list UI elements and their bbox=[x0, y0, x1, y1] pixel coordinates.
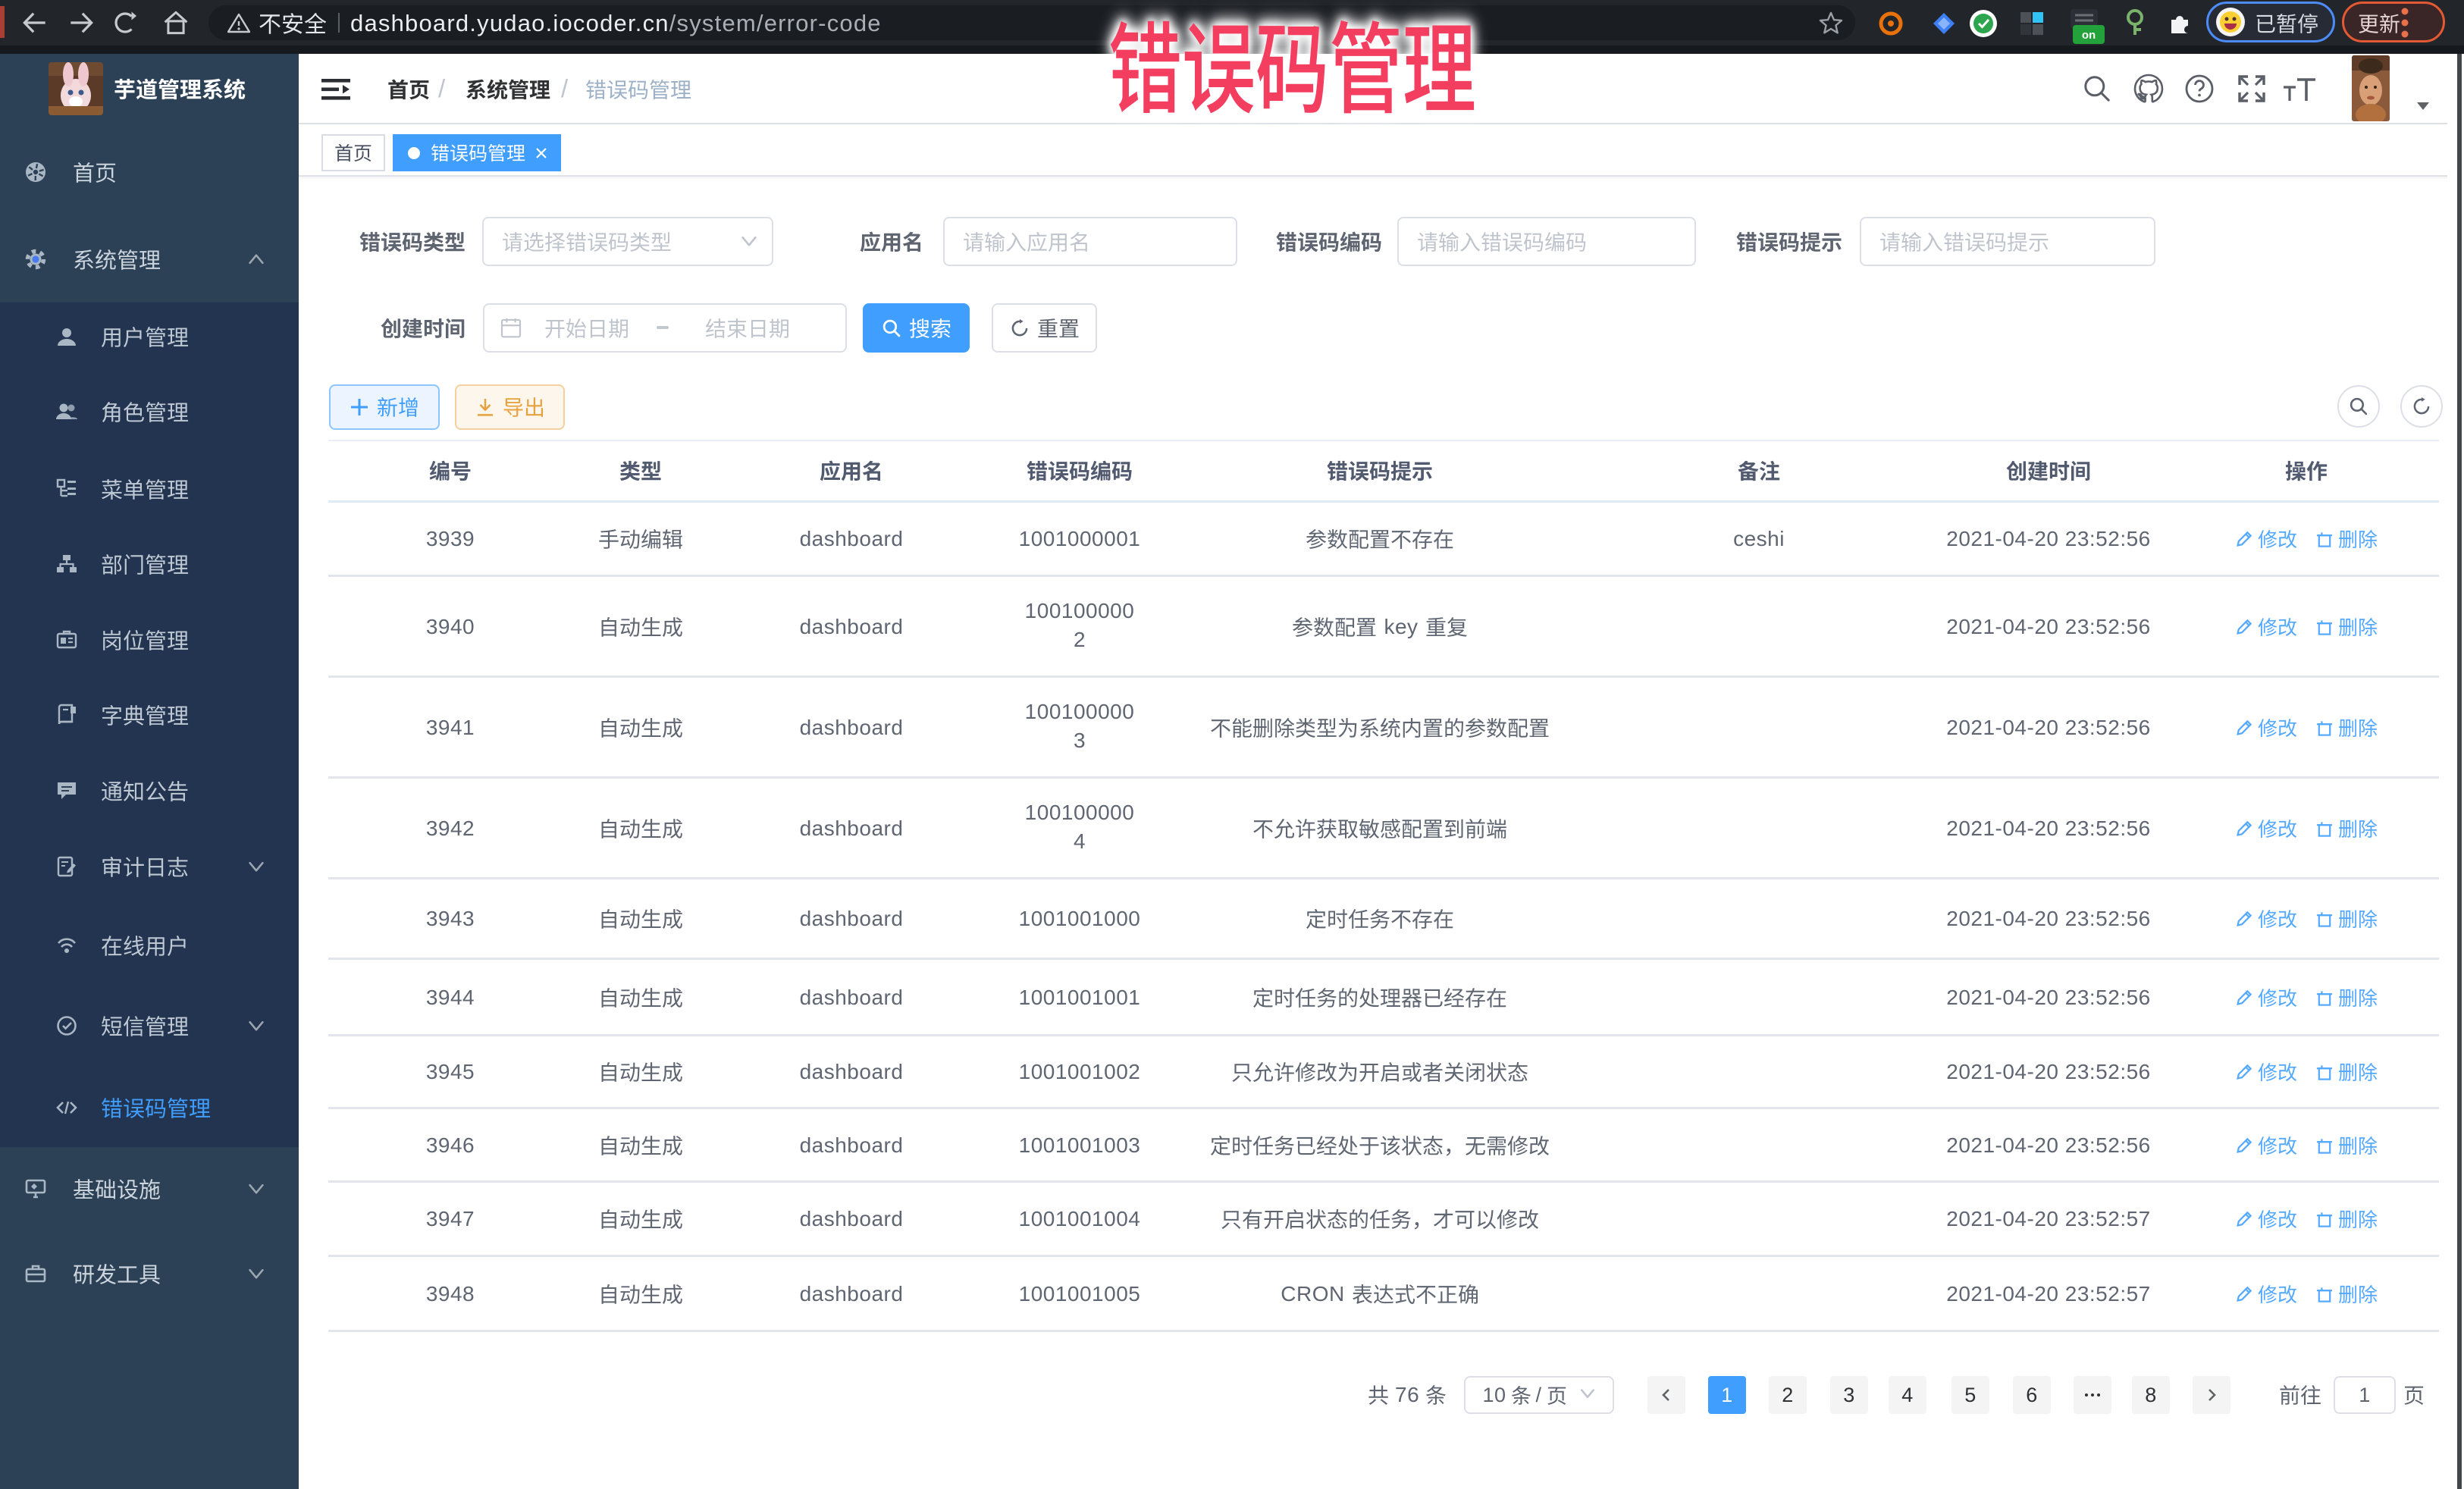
svg-text:on: on bbox=[2082, 29, 2096, 42]
